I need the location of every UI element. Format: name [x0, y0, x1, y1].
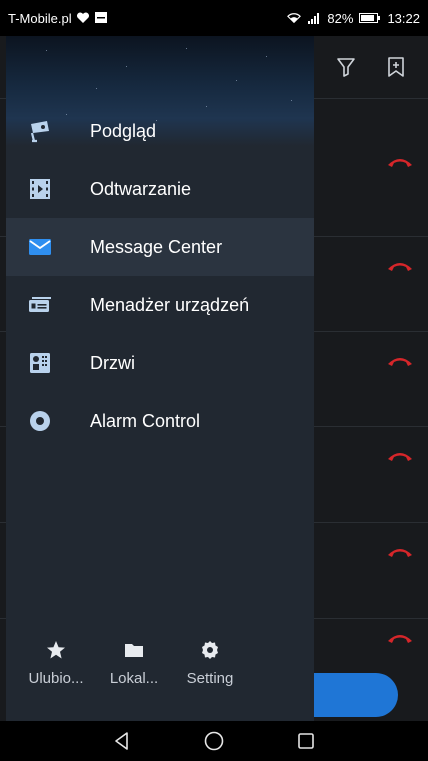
back-icon[interactable] — [111, 730, 133, 752]
hangup-icon — [388, 263, 412, 271]
camera-icon — [30, 121, 49, 143]
menu-item-message-center[interactable]: Message Center — [6, 218, 314, 276]
footer-setting[interactable]: Setting — [170, 634, 250, 687]
menu-item-alarm-control[interactable]: Alarm Control — [6, 392, 314, 450]
wifi-icon — [287, 13, 302, 24]
footer-label: Ulubio... — [28, 670, 84, 687]
footer-label: Lokal... — [109, 670, 159, 687]
folder-icon — [125, 644, 143, 657]
footer-label: Setting — [186, 670, 234, 687]
menu-item-drzwi[interactable]: Drzwi — [6, 334, 314, 392]
battery-percent: 82% — [327, 10, 354, 26]
status-bar: T-Mobile.pl 82% 13:22 — [0, 0, 428, 36]
calendar-icon — [94, 12, 107, 23]
hangup-icon — [388, 549, 412, 557]
star-icon — [47, 641, 65, 659]
film-icon — [30, 179, 50, 199]
carrier-label: T-Mobile.pl — [8, 10, 72, 26]
door-intercom-icon — [30, 353, 50, 373]
alarm-icon — [30, 411, 50, 431]
hangup-icon — [388, 453, 412, 461]
home-icon[interactable] — [203, 730, 225, 752]
menu-label: Drzwi — [90, 352, 135, 373]
menu-item-odtwarzanie[interactable]: Odtwarzanie — [6, 160, 314, 218]
battery-icon — [359, 13, 381, 23]
device-manager-icon — [29, 297, 51, 312]
menu-label: Message Center — [90, 236, 223, 257]
filter-icon[interactable] — [334, 55, 358, 79]
hangup-icon — [388, 358, 412, 366]
navigation-drawer: Podgląd Odtwarzanie Message Center Menad… — [6, 36, 314, 721]
system-nav-bar — [0, 721, 428, 761]
footer-local[interactable]: Lokal... — [94, 634, 174, 687]
menu-label: Podgląd — [90, 120, 157, 141]
menu-label: Odtwarzanie — [90, 178, 192, 199]
signal-icon — [308, 13, 320, 24]
hangup-icon — [388, 635, 412, 643]
heart-icon — [76, 12, 89, 23]
drawer-footer: Ulubio... Lokal... Setting — [6, 634, 314, 700]
menu-label: Alarm Control — [90, 410, 201, 431]
gear-icon — [202, 641, 218, 659]
add-bookmark-icon[interactable] — [384, 55, 408, 79]
recents-icon[interactable] — [295, 730, 317, 752]
envelope-icon — [29, 239, 51, 255]
drawer-menu: Podgląd Odtwarzanie Message Center Menad… — [6, 102, 314, 450]
menu-item-menadzer-urzadzen[interactable]: Menadżer urządzeń — [6, 276, 314, 334]
hangup-icon — [388, 159, 412, 167]
menu-item-podglad[interactable]: Podgląd — [6, 102, 314, 160]
menu-label: Menadżer urządzeń — [90, 294, 250, 315]
footer-favorites[interactable]: Ulubio... — [16, 634, 96, 687]
clock: 13:22 — [387, 10, 420, 26]
